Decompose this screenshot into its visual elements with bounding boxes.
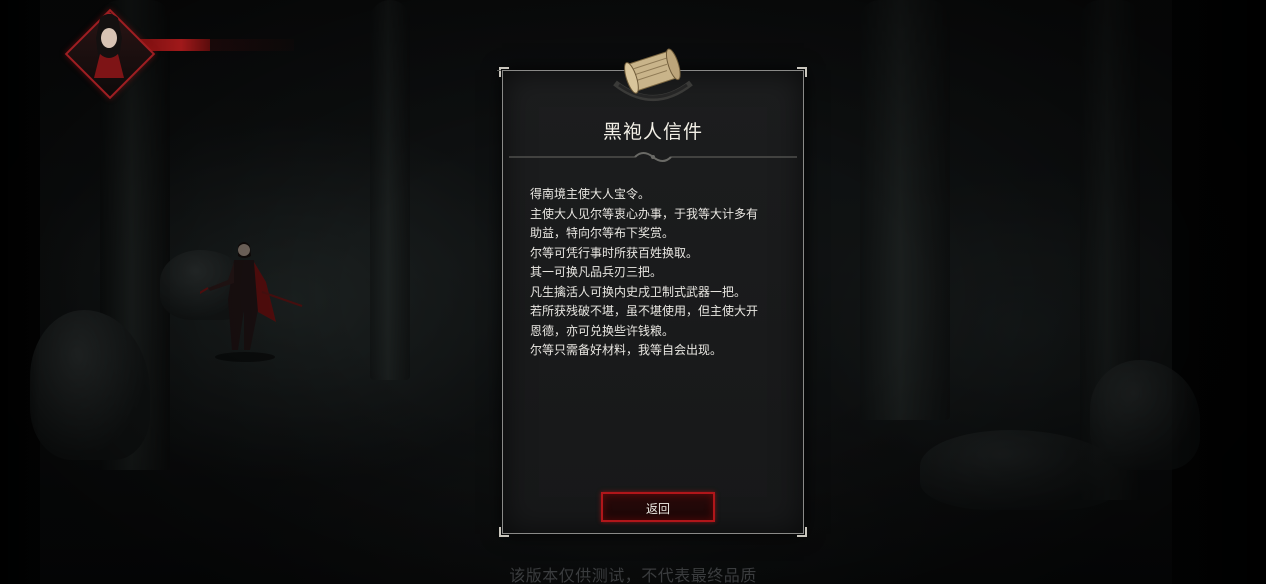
letter-line: 尔等可凭行事时所获百姓换取。 [530, 245, 699, 260]
frame-edge [497, 70, 501, 71]
letter-line: 得南境主使大人宝令。 [530, 187, 651, 201]
letter-line: 凡生擒活人可换内史戌卫制式武器一把。 [530, 284, 747, 299]
letter-line: 恩德，亦可兑换些许钱粮。 [530, 323, 675, 338]
character-portrait [94, 12, 124, 78]
letter-dialog: 黑袍人信件 得南境主使大人宝令。 主使大人见尔等衷心办事，于我等大计多有 助益，… [497, 48, 807, 537]
return-button[interactable]: 返回 [601, 492, 715, 522]
letter-line: 其一可换凡品兵刃三把。 [530, 265, 663, 279]
frame-corner [797, 67, 807, 77]
letter-line: 主使大人见尔等衷心办事，于我等大计多有 [530, 206, 759, 221]
scroll-icon [613, 48, 693, 101]
letter-line: 助益，特向尔等布下奖赏。 [530, 226, 675, 240]
test-version-notice: 该版本仅供测试，不代表最终品质 [509, 566, 757, 584]
game-screen: 黑袍人信件 得南境主使大人宝令。 主使大人见尔等衷心办事，于我等大计多有 助益，… [0, 0, 1266, 584]
letter-line: 尔等只需备好材料，我等自会出现。 [530, 343, 723, 357]
health-bar [138, 39, 294, 51]
frame-corner [499, 527, 509, 537]
frame-corner [797, 527, 807, 537]
ornament-divider-icon [509, 152, 797, 162]
letter-body: 得南境主使大人宝令。 主使大人见尔等衷心办事，于我等大计多有 助益，特向尔等布下… [530, 185, 782, 361]
frame-corner [499, 67, 509, 77]
letter-line: 若所获残破不堪，虽不堪使用，但主使大开 [530, 304, 759, 318]
letter-title: 黑袍人信件 [602, 121, 703, 143]
